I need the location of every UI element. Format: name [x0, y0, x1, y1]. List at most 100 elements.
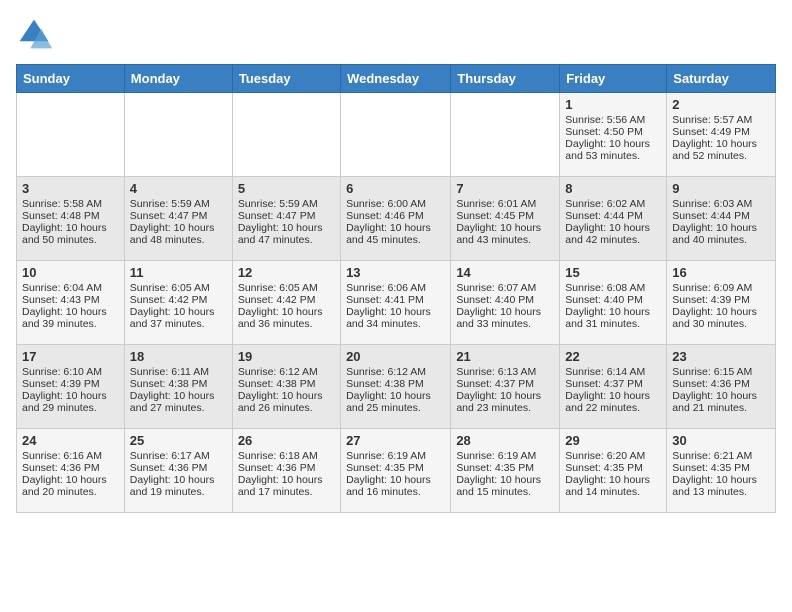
day-number: 22 — [565, 349, 661, 364]
day-info: Daylight: 10 hours and 27 minutes. — [130, 390, 227, 414]
day-info: Daylight: 10 hours and 20 minutes. — [22, 474, 119, 498]
day-info: Sunrise: 6:14 AM — [565, 366, 661, 378]
day-info: Daylight: 10 hours and 52 minutes. — [672, 138, 770, 162]
day-info: Daylight: 10 hours and 30 minutes. — [672, 306, 770, 330]
calendar-cell — [341, 93, 451, 177]
day-info: Sunset: 4:35 PM — [346, 462, 445, 474]
calendar-week-row: 3Sunrise: 5:58 AMSunset: 4:48 PMDaylight… — [17, 177, 776, 261]
day-info: Sunrise: 6:21 AM — [672, 450, 770, 462]
calendar-cell: 3 Sunrise: 5:58 AMSunset: 4:48 PMDaylight… — [17, 177, 125, 261]
day-info: Sunrise: 6:17 AM — [130, 450, 227, 462]
calendar-cell: 15Sunrise: 6:08 AMSunset: 4:40 PMDayligh… — [560, 261, 667, 345]
day-info: Sunset: 4:36 PM — [130, 462, 227, 474]
day-info: Daylight: 10 hours and 14 minutes. — [565, 474, 661, 498]
day-info: Sunset: 4:35 PM — [672, 462, 770, 474]
day-number: 25 — [130, 433, 227, 448]
day-info: Daylight: 10 hours and 21 minutes. — [672, 390, 770, 414]
calendar-cell: 7Sunrise: 6:01 AMSunset: 4:45 PMDaylight… — [451, 177, 560, 261]
calendar-cell: 20Sunrise: 6:12 AMSunset: 4:38 PMDayligh… — [341, 345, 451, 429]
day-info: Daylight: 10 hours and 42 minutes. — [565, 222, 661, 246]
day-info: Sunset: 4:42 PM — [130, 294, 227, 306]
day-info: Sunrise: 6:06 AM — [346, 282, 445, 294]
day-info: Sunset: 4:35 PM — [565, 462, 661, 474]
day-number: 11 — [130, 265, 227, 280]
calendar-cell: 23Sunrise: 6:15 AMSunset: 4:36 PMDayligh… — [667, 345, 776, 429]
day-info: Daylight: 10 hours and 39 minutes. — [22, 306, 119, 330]
day-number: 8 — [565, 181, 661, 196]
day-info: Sunset: 4:44 PM — [672, 210, 770, 222]
calendar-cell: 19Sunrise: 6:12 AMSunset: 4:38 PMDayligh… — [232, 345, 340, 429]
day-number: 17 — [22, 349, 119, 364]
day-number: 3 — [22, 181, 119, 196]
calendar-table: SundayMondayTuesdayWednesdayThursdayFrid… — [16, 64, 776, 513]
calendar-cell: 13Sunrise: 6:06 AMSunset: 4:41 PMDayligh… — [341, 261, 451, 345]
header-day: Monday — [124, 65, 232, 93]
day-info: Sunset: 4:47 PM — [130, 210, 227, 222]
day-info: Sunset: 4:35 PM — [456, 462, 554, 474]
day-info: Daylight: 10 hours and 31 minutes. — [565, 306, 661, 330]
calendar-cell: 22Sunrise: 6:14 AMSunset: 4:37 PMDayligh… — [560, 345, 667, 429]
day-info: Daylight: 10 hours and 53 minutes. — [565, 138, 661, 162]
day-info: Sunrise: 6:07 AM — [456, 282, 554, 294]
day-info: Sunrise: 6:12 AM — [346, 366, 445, 378]
day-info: Sunset: 4:47 PM — [238, 210, 335, 222]
header-day: Wednesday — [341, 65, 451, 93]
day-number: 27 — [346, 433, 445, 448]
calendar-cell: 17Sunrise: 6:10 AMSunset: 4:39 PMDayligh… — [17, 345, 125, 429]
day-info: Daylight: 10 hours and 43 minutes. — [456, 222, 554, 246]
calendar-cell: 5Sunrise: 5:59 AMSunset: 4:47 PMDaylight… — [232, 177, 340, 261]
day-info: Sunset: 4:38 PM — [238, 378, 335, 390]
day-info: Sunrise: 6:05 AM — [130, 282, 227, 294]
day-number: 18 — [130, 349, 227, 364]
day-info: Sunrise: 6:08 AM — [565, 282, 661, 294]
day-info: Sunrise: 5:58 AM — [22, 198, 119, 210]
day-info: Sunset: 4:42 PM — [238, 294, 335, 306]
day-info: Daylight: 10 hours and 40 minutes. — [672, 222, 770, 246]
calendar-cell: 16Sunrise: 6:09 AMSunset: 4:39 PMDayligh… — [667, 261, 776, 345]
calendar-cell — [124, 93, 232, 177]
day-number: 23 — [672, 349, 770, 364]
calendar-body: 1Sunrise: 5:56 AMSunset: 4:50 PMDaylight… — [17, 93, 776, 513]
calendar-cell: 9Sunrise: 6:03 AMSunset: 4:44 PMDaylight… — [667, 177, 776, 261]
header-day: Sunday — [17, 65, 125, 93]
day-info: Sunrise: 6:19 AM — [456, 450, 554, 462]
day-info: Daylight: 10 hours and 50 minutes. — [22, 222, 119, 246]
day-info: Daylight: 10 hours and 45 minutes. — [346, 222, 445, 246]
day-info: Sunrise: 6:19 AM — [346, 450, 445, 462]
calendar-cell: 4Sunrise: 5:59 AMSunset: 4:47 PMDaylight… — [124, 177, 232, 261]
day-info: Sunrise: 5:59 AM — [238, 198, 335, 210]
day-number: 10 — [22, 265, 119, 280]
header-row: SundayMondayTuesdayWednesdayThursdayFrid… — [17, 65, 776, 93]
day-info: Sunrise: 6:15 AM — [672, 366, 770, 378]
calendar-cell — [451, 93, 560, 177]
calendar-cell: 27Sunrise: 6:19 AMSunset: 4:35 PMDayligh… — [341, 429, 451, 513]
calendar-cell: 28Sunrise: 6:19 AMSunset: 4:35 PMDayligh… — [451, 429, 560, 513]
day-number: 19 — [238, 349, 335, 364]
logo-icon — [16, 16, 52, 52]
day-info: Sunrise: 6:00 AM — [346, 198, 445, 210]
day-info: Sunrise: 5:57 AM — [672, 114, 770, 126]
day-info: Daylight: 10 hours and 33 minutes. — [456, 306, 554, 330]
day-info: Sunset: 4:48 PM — [22, 210, 119, 222]
day-info: Sunset: 4:36 PM — [238, 462, 335, 474]
day-info: Sunrise: 6:16 AM — [22, 450, 119, 462]
header-day: Saturday — [667, 65, 776, 93]
day-number: 21 — [456, 349, 554, 364]
day-info: Daylight: 10 hours and 25 minutes. — [346, 390, 445, 414]
calendar-cell: 24Sunrise: 6:16 AMSunset: 4:36 PMDayligh… — [17, 429, 125, 513]
day-info: Sunset: 4:40 PM — [565, 294, 661, 306]
logo — [16, 16, 56, 52]
calendar-cell: 11Sunrise: 6:05 AMSunset: 4:42 PMDayligh… — [124, 261, 232, 345]
day-number: 4 — [130, 181, 227, 196]
day-info: Sunrise: 6:20 AM — [565, 450, 661, 462]
day-info: Daylight: 10 hours and 13 minutes. — [672, 474, 770, 498]
calendar-cell: 26Sunrise: 6:18 AMSunset: 4:36 PMDayligh… — [232, 429, 340, 513]
day-info: Daylight: 10 hours and 19 minutes. — [130, 474, 227, 498]
day-info: Sunrise: 6:10 AM — [22, 366, 119, 378]
day-info: Sunrise: 6:01 AM — [456, 198, 554, 210]
header-day: Tuesday — [232, 65, 340, 93]
day-info: Sunrise: 6:05 AM — [238, 282, 335, 294]
day-info: Sunset: 4:49 PM — [672, 126, 770, 138]
day-info: Daylight: 10 hours and 17 minutes. — [238, 474, 335, 498]
day-info: Sunset: 4:46 PM — [346, 210, 445, 222]
